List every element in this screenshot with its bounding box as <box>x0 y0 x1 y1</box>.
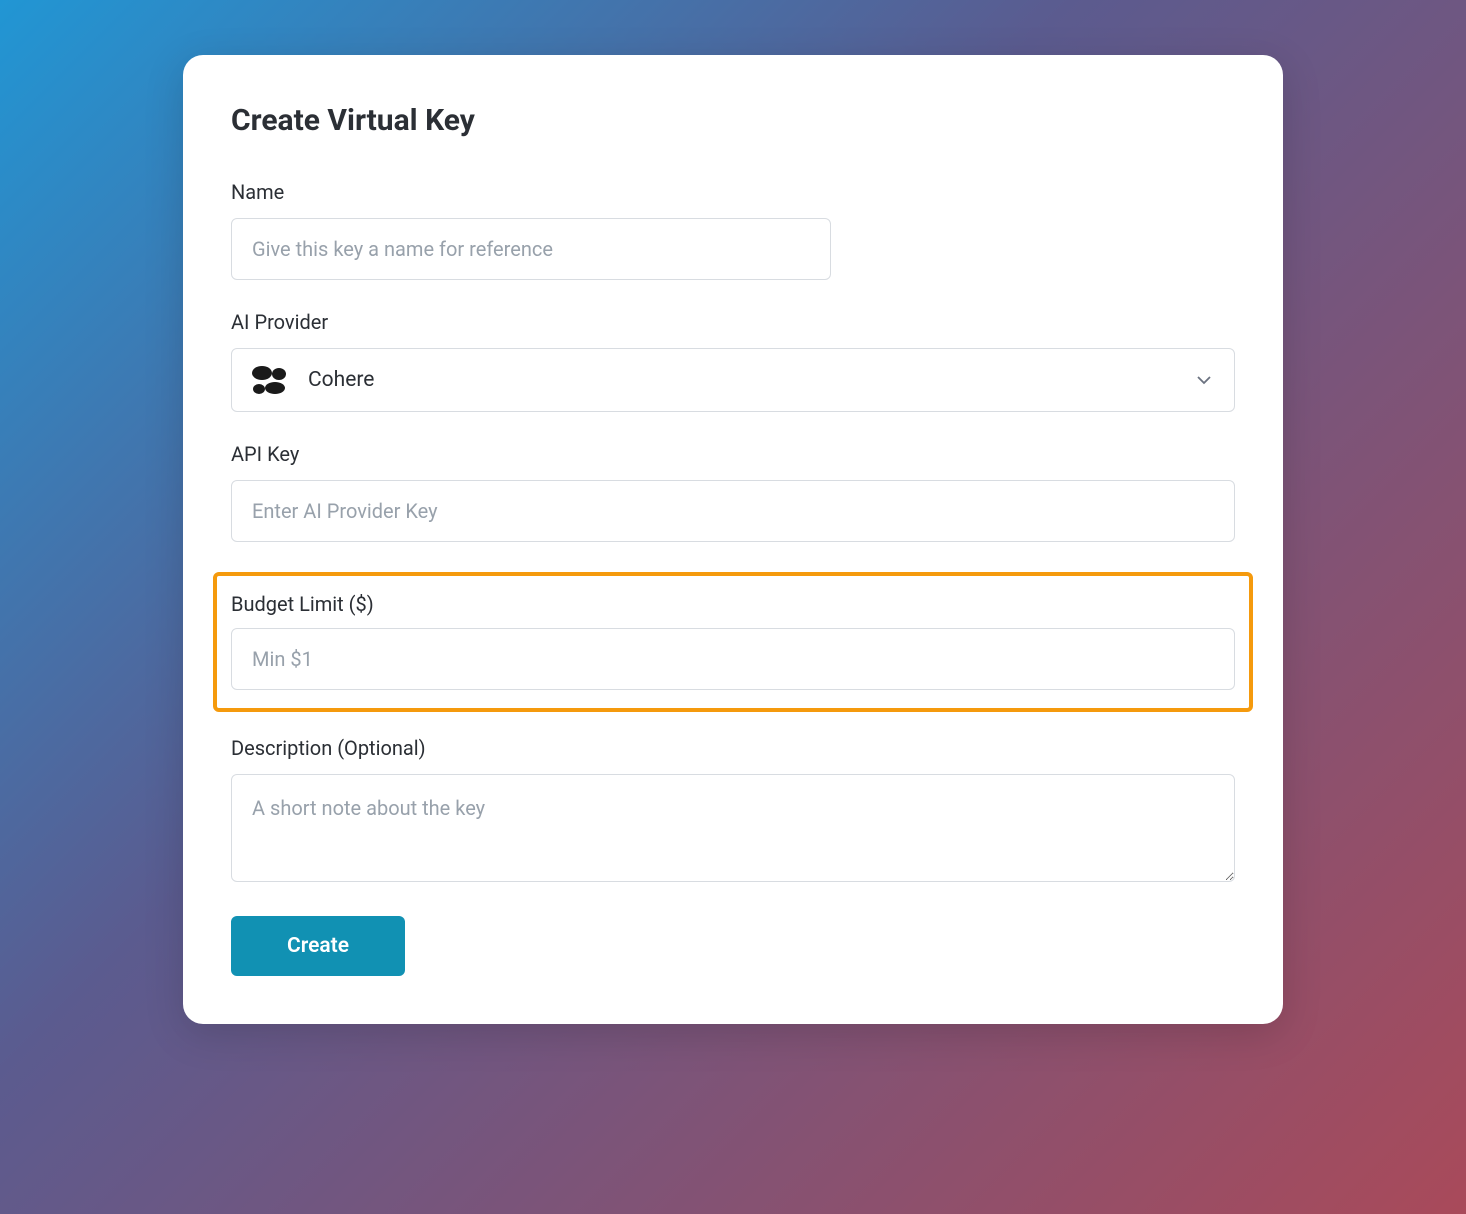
provider-select-left: Cohere <box>252 365 374 395</box>
api-key-label: API Key <box>231 442 1235 466</box>
description-label: Description (Optional) <box>231 736 1235 760</box>
provider-selected-value: Cohere <box>308 368 374 392</box>
description-field: Description (Optional) <box>231 736 1235 886</box>
provider-field: AI Provider Cohere <box>231 310 1235 412</box>
api-key-field: API Key <box>231 442 1235 542</box>
budget-input[interactable] <box>231 628 1235 690</box>
name-input[interactable] <box>231 218 831 280</box>
cohere-icon <box>252 365 286 395</box>
api-key-input[interactable] <box>231 480 1235 542</box>
name-field: Name <box>231 180 1235 280</box>
description-textarea[interactable] <box>231 774 1235 882</box>
chevron-down-icon <box>1194 370 1214 390</box>
provider-select[interactable]: Cohere <box>231 348 1235 412</box>
budget-label: Budget Limit ($) <box>231 592 1235 616</box>
provider-label: AI Provider <box>231 310 1235 334</box>
page-title: Create Virtual Key <box>231 103 1235 138</box>
budget-highlight-box: Budget Limit ($) <box>213 572 1253 712</box>
create-button[interactable]: Create <box>231 916 405 976</box>
create-virtual-key-card: Create Virtual Key Name AI Provider Cohe… <box>183 55 1283 1024</box>
budget-field: Budget Limit ($) <box>231 592 1235 690</box>
name-label: Name <box>231 180 1235 204</box>
